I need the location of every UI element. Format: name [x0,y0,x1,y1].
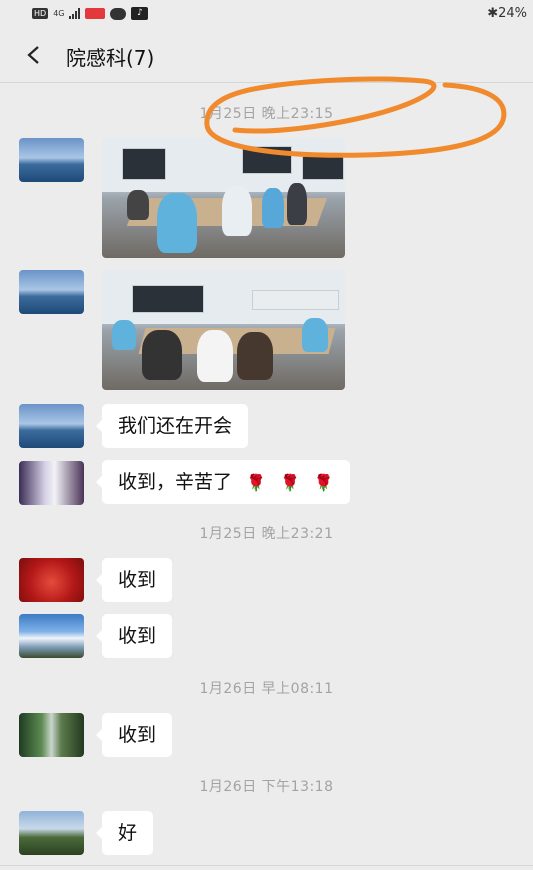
status-icons-left: HD 4G ♪ [32,7,149,20]
avatar[interactable] [19,811,84,855]
timestamp: 1月26日 早上08:11 [199,681,334,697]
timestamp: 1月25日 晚上23:15 [199,106,334,122]
timestamp: 1月26日 下午13:18 [199,779,334,795]
message-bubble[interactable]: 收到 [95,558,173,602]
avatar[interactable] [19,270,84,314]
message-bubble[interactable]: 好 [95,811,154,855]
message-notification-icon [110,7,127,20]
timestamp: 1月25日 晚上23:21 [199,526,334,542]
message-text: 我们还在开会 [118,415,233,437]
divider [0,865,533,866]
message-text: 收到 [118,724,157,746]
message-bubble[interactable]: 收到 [95,713,173,757]
message-text: 收到，辛苦了 [118,471,233,493]
message-bubble[interactable]: 我们还在开会 [95,404,249,448]
message-text: 收到 [118,625,157,647]
avatar[interactable] [19,713,84,757]
message-photo[interactable] [102,138,345,258]
status-bar: HD 4G ♪ ✱24% [0,0,533,28]
message-bubble[interactable]: 收到 [95,614,173,658]
chevron-left-icon[interactable] [20,38,50,72]
rose-icon: 🌹 [279,473,300,492]
network-type: 4G [53,9,65,18]
message-text: 好 [118,822,138,844]
tiktok-icon: ♪ [131,7,149,20]
avatar[interactable] [19,404,84,448]
message-photo[interactable] [102,270,345,390]
battery-status: ✱24% [487,6,527,21]
signal-icon [69,8,81,19]
hd-badge: HD [32,8,49,19]
app-notification-icon [85,8,106,19]
avatar[interactable] [19,558,84,602]
avatar[interactable] [19,614,84,658]
chat-title: 院感科(7) [66,46,155,70]
avatar[interactable] [19,461,84,505]
message-text: 收到 [118,569,157,591]
avatar[interactable] [19,138,84,182]
rose-icon: 🌹 [246,473,266,492]
message-bubble[interactable]: 收到，辛苦了 🌹 🌹 🌹 [96,460,350,504]
chat-header: 院感科(7) [0,28,533,83]
rose-icon: 🌹 [313,473,334,492]
